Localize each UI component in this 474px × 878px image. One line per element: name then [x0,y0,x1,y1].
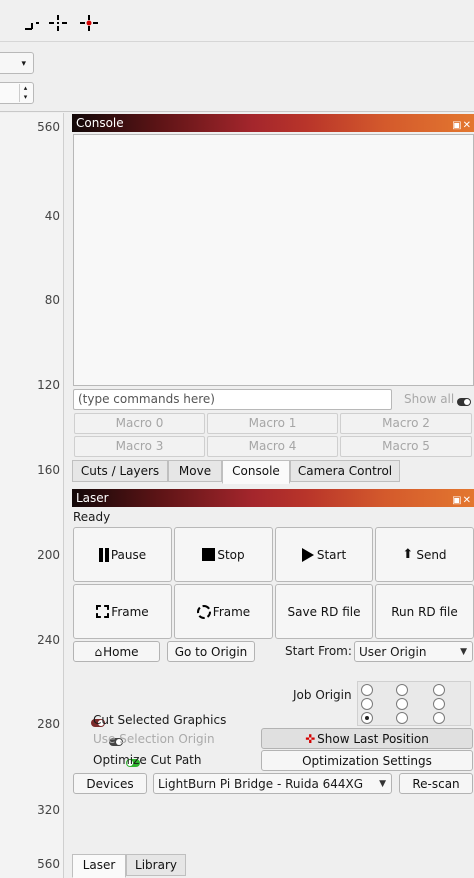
device-value: LightBurn Pi Bridge - Ruida 644XG [158,776,364,791]
devices-button[interactable]: Devices [73,773,147,794]
stop-icon [202,548,216,561]
tab-camera-control[interactable]: Camera Control [290,460,400,482]
spin-box[interactable]: ▴ ▾ [0,82,34,104]
start-from-label: Start From: [285,644,352,658]
go-to-origin-button[interactable]: Go to Origin [167,641,255,662]
show-last-position-button[interactable]: ✜ Show Last Position [261,728,473,749]
ruler-tick: 240 [37,633,60,647]
align-center-icon[interactable] [47,12,69,34]
spin-arrows-icon[interactable]: ▴ ▾ [19,84,31,102]
ruler-tick: 560 [37,857,60,871]
job-origin-grid [357,681,471,726]
frame-circle-label: Frame [212,604,251,619]
ruler-tick: 160 [37,463,60,477]
chevron-down-icon: ▾ [21,59,26,69]
origin-radio-middle-left[interactable] [361,698,373,710]
show-all-toggle[interactable] [457,398,471,406]
align-center-red-icon[interactable] [78,12,100,34]
ruler-tick: 560 [37,120,60,134]
send-button[interactable]: ⬆ Send [375,527,474,582]
stop-label: Stop [217,547,245,562]
home-label: Home [103,644,139,659]
job-origin-label: Job Origin [293,688,352,702]
start-label: Start [316,547,347,562]
tab-library[interactable]: Library [126,854,186,876]
cut-selected-label: Cut Selected Graphics [93,713,227,727]
origin-radio-bottom-center[interactable] [396,712,408,724]
combo-dropdown[interactable]: ▾ [0,52,34,74]
run-rd-file-button[interactable]: Run RD file [375,584,474,639]
home-icon: ⌂ [94,644,103,659]
upload-icon: ⬆ [402,547,414,562]
device-select[interactable]: LightBurn Pi Bridge - Ruida 644XG ▼ [153,773,392,794]
stop-button[interactable]: Stop [174,527,273,582]
show-last-position-label: Show Last Position [317,731,429,746]
panel-float-close-icon[interactable]: ▣✕ [452,117,472,135]
macro-4-button[interactable]: Macro 4 [207,436,338,457]
frame-rect-icon [96,605,110,618]
ruler-tick: 280 [37,717,60,731]
tab-laser[interactable]: Laser [72,854,126,878]
pause-button[interactable]: Pause [73,527,172,582]
console-command-input[interactable]: (type commands here) [73,389,392,410]
chevron-down-icon: ▼ [379,778,386,789]
origin-radio-bottom-left[interactable] [361,712,373,724]
save-rd-file-button[interactable]: Save RD file [275,584,373,639]
ruler-tick: 40 [44,209,60,223]
laser-title: Laser [76,491,109,505]
laser-status: Ready [73,510,111,524]
start-button[interactable]: Start [275,527,373,582]
use-selection-origin-label: Use Selection Origin [93,732,215,746]
toolbar-row: ▾ ▴ ▾ [0,42,474,112]
origin-radio-top-center[interactable] [396,684,408,696]
laser-panel-title: Laser ▣✕ [72,489,474,507]
console-title: Console [76,116,124,130]
optimization-settings-button[interactable]: Optimization Settings [261,750,473,771]
tab-move[interactable]: Move [168,460,222,482]
macro-0-button[interactable]: Macro 0 [74,413,205,434]
chevron-down-icon: ▼ [460,646,467,657]
console-output[interactable] [73,134,474,386]
home-button[interactable]: ⌂ Home [73,641,160,662]
frame-circle-button[interactable]: Frame [174,584,273,639]
pause-icon [98,547,109,562]
origin-radio-middle-right[interactable] [433,698,445,710]
origin-radio-top-left[interactable] [361,684,373,696]
frame-label: Frame [111,604,149,619]
macro-2-button[interactable]: Macro 2 [340,413,472,434]
macro-1-button[interactable]: Macro 1 [207,413,338,434]
align-bottom-left-icon[interactable] [22,12,44,34]
ruler-tick: 120 [37,378,60,392]
frame-button[interactable]: Frame [73,584,172,639]
ruler-tick: 80 [44,293,60,307]
start-from-value: User Origin [359,644,427,659]
tab-cuts-layers[interactable]: Cuts / Layers [72,460,168,482]
pause-label: Pause [110,547,147,562]
origin-radio-bottom-right[interactable] [433,712,445,724]
macro-3-button[interactable]: Macro 3 [74,436,205,457]
rescan-button[interactable]: Re-scan [399,773,473,794]
ruler-tick: 200 [37,548,60,562]
vertical-ruler: 560 40 80 120 160 200 240 280 320 560 [0,113,64,878]
send-label: Send [416,547,447,562]
show-all-label: Show all [404,392,455,406]
macro-5-button[interactable]: Macro 5 [340,436,472,457]
optimize-cut-label: Optimize Cut Path [93,753,202,767]
origin-radio-center[interactable] [396,698,408,710]
panel-float-close-icon[interactable]: ▣✕ [452,492,472,510]
tab-console[interactable]: Console [222,460,290,484]
crosshair-red-icon: ✜ [305,731,316,746]
ruler-tick: 320 [37,803,60,817]
console-panel-title: Console ▣✕ [72,114,474,132]
top-toolbar [0,0,474,42]
origin-radio-top-right[interactable] [433,684,445,696]
frame-circle-icon [196,604,211,619]
play-icon [301,547,314,562]
start-from-select[interactable]: User Origin ▼ [354,641,473,662]
